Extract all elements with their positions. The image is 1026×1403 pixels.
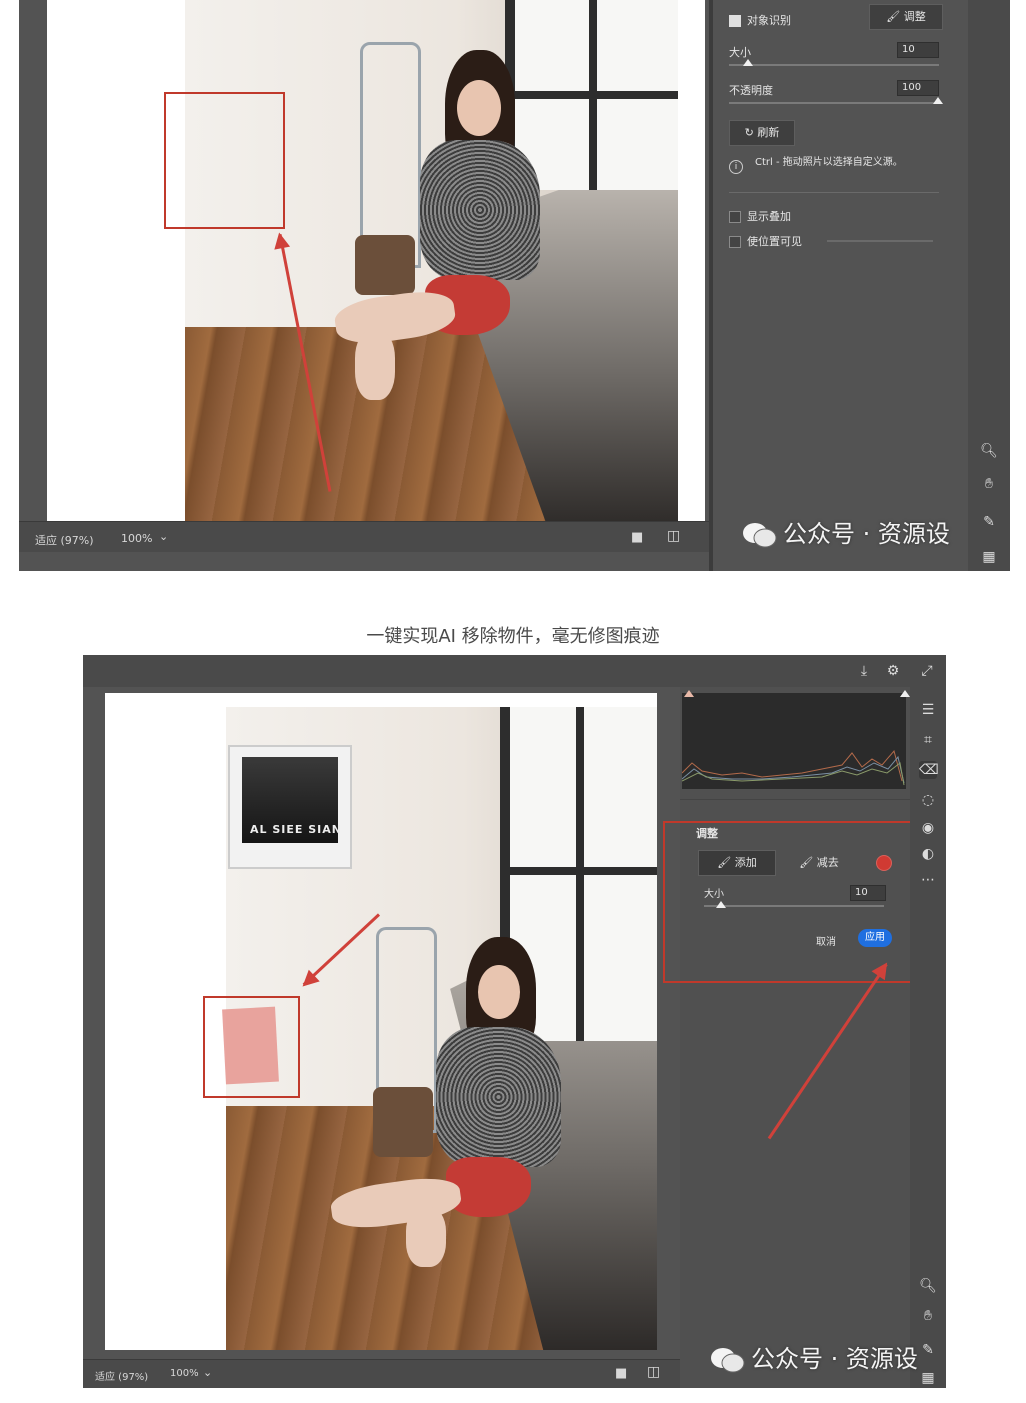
histogram [681,690,910,789]
right-panel: 对象识别 🖌 调整 大小 10 不透明度 100 ↻ 刷新 i Ctrl - 拖… [713,0,968,571]
wall-poster: AL SIEE SIAN [228,745,352,869]
export-icon[interactable]: ⤓ [855,662,873,680]
expand-icon[interactable]: ⤢ [918,662,936,680]
size-label: 大小 [729,46,751,59]
split-view-icon[interactable]: ◫ [667,528,680,544]
eraser-icon[interactable]: ⌫ [919,761,939,779]
opacity-slider-knob[interactable] [933,97,943,104]
refresh-button[interactable]: ↻ 刷新 [729,120,795,146]
chevron-down-icon[interactable]: ⌄ [159,530,168,543]
opacity-slider[interactable] [729,102,939,104]
opacity-label: 不透明度 [729,84,773,97]
show-position-checkbox[interactable] [729,236,741,248]
info-icon: i [729,160,743,174]
adjust-button[interactable]: 🖌 调整 [869,4,943,30]
zoom-icon[interactable]: 🔍︎ [919,1277,937,1295]
object-detect-checkbox[interactable] [729,15,741,27]
grid-icon[interactable]: ▦ [980,548,998,566]
show-overlay-row[interactable]: 显示叠加 [729,208,791,224]
screenshot-top: 适应 (97%) 100% ⌄ ■ ◫ 对象识别 🖌 调整 大小 10 不透明度… [19,0,1010,571]
right-tool-strip: ☰ ⌗ ⌫ ◌ ◉ ◐ ⋯ 🔍︎ ✋︎ ✎ ▦ [910,687,946,1388]
model-figure [332,50,595,410]
info-text: Ctrl - 拖动照片以选择自定义源。 [755,157,903,168]
crop-icon[interactable]: ⌗ [919,731,937,749]
refresh-icon: ↻ [744,126,754,139]
zoom-label[interactable]: 100% [170,1368,199,1379]
selection-box [164,92,285,229]
eye-icon[interactable]: ◉ [919,819,937,837]
opacity-field[interactable]: 100 [897,80,939,96]
chevron-down-icon[interactable]: ⌄ [203,1366,212,1379]
right-tool-strip: 🔍︎ ✋︎ ✎ ▦ [968,0,1010,571]
hand-icon[interactable]: ✋︎ [980,475,998,493]
fit-label[interactable]: 适应 (97%) [95,1368,148,1383]
histogram-white-point[interactable] [900,690,910,697]
removal-mask [222,1006,279,1085]
eyedropper-icon[interactable]: ✎ [980,513,998,531]
poster-text: AL SIEE SIAN [250,823,342,836]
screenshot-bottom: ⤓ ⚙︎ ⤢ AL SIEE SIAN 适应 (97%) 100% ⌄ ■ ◫ … [83,655,946,1388]
heal-icon[interactable]: ◌ [919,791,937,809]
grid-icon[interactable]: ▦ [919,1369,937,1387]
wechat-icon [709,1346,745,1374]
mask-icon[interactable]: ◐ [919,845,937,863]
brush-icon: 🖌 [886,10,901,23]
watermark: 公众号 · 资源设 [741,514,950,549]
wechat-icon [741,521,777,549]
size-field[interactable]: 10 [897,42,939,58]
size-slider-knob[interactable] [743,59,753,66]
split-view-icon[interactable]: ◫ [647,1364,660,1380]
eyedropper-icon[interactable]: ✎ [919,1341,937,1359]
zoom-icon[interactable]: 🔍︎ [980,442,998,460]
more-icon[interactable]: ⋯ [919,871,937,889]
top-bar: ⤓ ⚙︎ ⤢ [83,655,946,687]
position-slider[interactable] [827,240,933,242]
object-detect-label: 对象识别 [747,14,791,27]
single-view-icon[interactable]: ■ [615,1366,627,1381]
photo-image [185,0,678,528]
gear-icon[interactable]: ⚙︎ [884,662,902,680]
show-position-label: 使位置可见 [747,235,802,248]
model-figure [328,937,626,1277]
single-view-icon[interactable]: ■ [631,530,643,545]
object-detect-row[interactable]: 对象识别 [729,12,791,28]
show-overlay-checkbox[interactable] [729,211,741,223]
size-slider[interactable] [729,64,939,66]
fit-label[interactable]: 适应 (97%) [35,532,94,548]
histogram-black-point[interactable] [684,690,694,697]
hand-icon[interactable]: ✋︎ [919,1307,937,1325]
show-overlay-label: 显示叠加 [747,210,791,223]
caption-text: 一键实现AI 移除物件，毫无修图痕迹 [366,626,660,647]
watermark: 公众号 · 资源设 [709,1339,918,1374]
right-panel: 调整 🖌 添加 🖌 减去 大小 10 取消 应用 [680,687,910,1388]
canvas-area: 适应 (97%) 100% ⌄ ■ ◫ [19,0,709,552]
show-position-row[interactable]: 使位置可见 [729,233,802,249]
status-bar: 适应 (97%) 100% ⌄ ■ ◫ [19,521,709,552]
sliders-icon[interactable]: ☰ [919,701,937,719]
zoom-label[interactable]: 100% [121,532,152,545]
status-bar: 适应 (97%) 100% ⌄ ■ ◫ [83,1359,680,1388]
